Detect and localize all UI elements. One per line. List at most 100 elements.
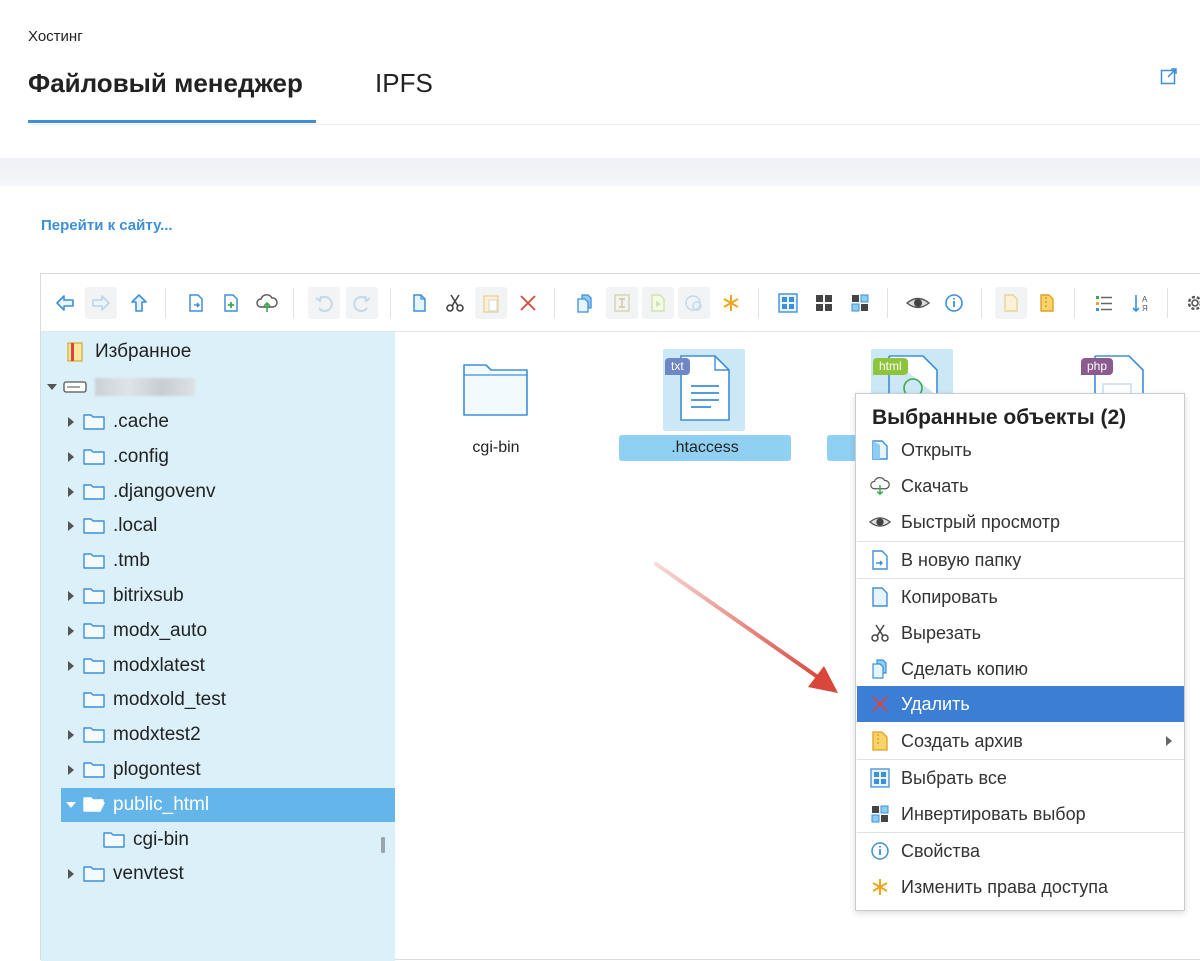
copy-icon [869, 586, 891, 608]
folder-icon [103, 832, 125, 848]
scissors-icon [869, 622, 891, 644]
menu-item-label: Изменить права доступа [901, 876, 1109, 897]
tree-item[interactable]: venvtest [41, 857, 395, 891]
expand-arrow-icon[interactable] [68, 591, 74, 601]
expand-arrow-icon[interactable] [68, 661, 74, 671]
menu-item-invert-selection[interactable]: Инвертировать выбор [857, 796, 1184, 832]
expand-arrow-icon[interactable] [68, 730, 74, 740]
extract-icon[interactable] [995, 287, 1027, 319]
menu-item-select-all[interactable]: Выбрать все [857, 760, 1184, 796]
menu-item-create-archive[interactable]: Создать архив [857, 723, 1184, 759]
paste-icon[interactable] [475, 287, 507, 319]
folder-icon [83, 762, 105, 778]
external-link-icon[interactable] [1160, 67, 1178, 85]
menu-item-open[interactable]: Открыть [857, 432, 1184, 468]
view-list-icon[interactable] [1088, 287, 1120, 319]
folder-icon [83, 623, 105, 639]
up-icon[interactable] [123, 287, 155, 319]
tree-item-label: public_html [113, 794, 210, 815]
tree-item[interactable]: .djangovenv [41, 475, 395, 509]
toolbar-separator [1074, 288, 1075, 318]
resize-icon[interactable] [678, 287, 710, 319]
select-none-icon[interactable] [808, 287, 840, 319]
toolbar-separator [390, 288, 391, 318]
tree-item[interactable]: .local [41, 509, 395, 543]
select-all-icon[interactable] [772, 287, 804, 319]
open-icon [869, 439, 891, 461]
go-to-site-link[interactable]: Перейти к сайту... [41, 217, 173, 234]
tree-item[interactable]: modx_auto [41, 614, 395, 648]
resize-handle[interactable] [381, 837, 385, 853]
expand-arrow-icon[interactable] [68, 417, 74, 427]
folder-icon [83, 518, 105, 534]
tab-ipfs[interactable]: IPFS [375, 68, 433, 99]
tree-item-label: cgi-bin [133, 829, 189, 850]
edit-icon[interactable] [642, 287, 674, 319]
back-icon[interactable] [49, 287, 81, 319]
expand-arrow-icon[interactable] [68, 626, 74, 636]
menu-item-cut[interactable]: Вырезать [857, 615, 1184, 651]
breadcrumb[interactable]: Хостинг [28, 28, 83, 45]
tree-item[interactable]: .cache [41, 405, 395, 439]
tree-item[interactable]: .tmb [41, 544, 395, 578]
sort-icon[interactable]: AЯ [1125, 287, 1157, 319]
chmod-icon [869, 876, 891, 898]
redo-icon[interactable] [346, 287, 378, 319]
tree-item-label: .config [113, 446, 169, 467]
tree-item[interactable]: modxtest2 [41, 718, 395, 752]
duplicate-icon[interactable] [569, 287, 601, 319]
delete-icon[interactable] [512, 287, 544, 319]
tree-root[interactable] [41, 370, 395, 404]
folder-icon [83, 484, 105, 500]
file-name-selection [827, 435, 857, 461]
expand-arrow-icon[interactable] [68, 869, 74, 879]
chmod-icon[interactable] [715, 287, 747, 319]
menu-item-download[interactable]: Скачать [857, 468, 1184, 504]
tree-item[interactable]: modxold_test [41, 683, 395, 717]
tree-item-label: .tmb [113, 550, 150, 571]
tab-file-manager[interactable]: Файловый менеджер [28, 68, 303, 99]
menu-item-new-folder[interactable]: В новую папку [857, 542, 1184, 578]
new-file-icon[interactable] [215, 287, 247, 319]
collapse-arrow-icon[interactable] [47, 384, 57, 390]
expand-arrow-icon[interactable] [68, 765, 74, 775]
collapse-arrow-icon[interactable] [66, 802, 76, 808]
drive-icon [63, 381, 87, 393]
menu-item-duplicate[interactable]: Сделать копию [857, 651, 1184, 687]
copy-icon[interactable] [403, 287, 435, 319]
eye-icon [869, 511, 891, 533]
cut-icon[interactable] [439, 287, 471, 319]
info-icon[interactable] [938, 287, 970, 319]
expand-arrow-icon[interactable] [68, 521, 74, 531]
new-folder-icon[interactable] [180, 287, 212, 319]
menu-item-change-permissions[interactable]: Изменить права доступа [857, 869, 1184, 905]
tree-item[interactable]: modxlatest [41, 649, 395, 683]
toolbar: AЯ [41, 274, 1200, 332]
tree-item[interactable]: public_html [61, 788, 395, 822]
folder-tree: Избранное .cache .config .djangovenv .local… [41, 332, 395, 961]
tree-favorites-label: Избранное [95, 341, 192, 362]
menu-item-quick-view[interactable]: Быстрый просмотр [857, 504, 1184, 540]
preview-icon[interactable] [902, 287, 934, 319]
tree-item[interactable]: cgi-bin [41, 823, 395, 857]
toolbar-separator [554, 288, 555, 318]
toolbar-separator [1167, 288, 1168, 318]
menu-item-properties[interactable]: Свойства [857, 833, 1184, 869]
forward-icon[interactable] [85, 287, 117, 319]
rename-icon[interactable] [606, 287, 638, 319]
menu-item-copy[interactable]: Копировать [857, 579, 1184, 615]
archive-icon[interactable] [1031, 287, 1063, 319]
tree-item[interactable]: .config [41, 440, 395, 474]
invert-select-icon[interactable] [844, 287, 876, 319]
tree-item[interactable]: plogontest [41, 753, 395, 787]
upload-icon[interactable] [251, 287, 283, 319]
menu-item-delete[interactable]: Удалить [857, 686, 1184, 722]
file-type-badge: html [873, 358, 908, 375]
expand-arrow-icon[interactable] [68, 452, 74, 462]
tree-favorites[interactable]: Избранное [41, 335, 395, 369]
tree-item[interactable]: bitrixsub [41, 579, 395, 613]
select-all-icon [869, 767, 891, 789]
settings-icon[interactable] [1179, 287, 1200, 319]
undo-icon[interactable] [308, 287, 340, 319]
expand-arrow-icon[interactable] [68, 487, 74, 497]
